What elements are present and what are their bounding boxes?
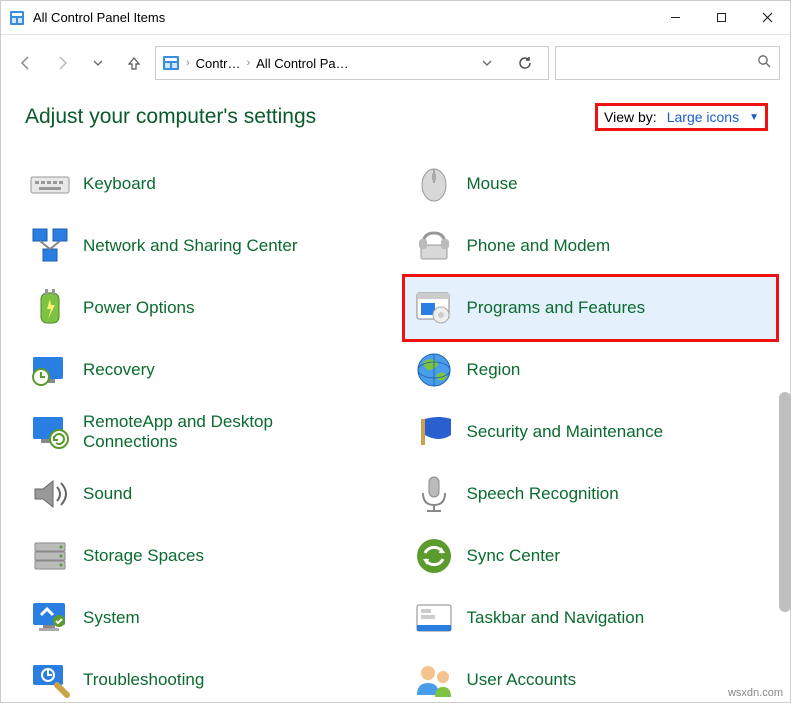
item-label: Security and Maintenance bbox=[467, 422, 664, 442]
item-label: Troubleshooting bbox=[83, 670, 204, 690]
control-panel-window: All Control Panel Items › bbox=[0, 0, 791, 703]
item-label: Phone and Modem bbox=[467, 236, 611, 256]
control-panel-item[interactable]: Storage Spaces bbox=[21, 525, 393, 587]
maximize-button[interactable] bbox=[698, 2, 744, 34]
dropdown-caret-icon: ▼ bbox=[749, 112, 759, 123]
sync-icon bbox=[411, 533, 457, 579]
storage-icon bbox=[27, 533, 73, 579]
control-panel-item[interactable]: Keyboard bbox=[21, 153, 393, 215]
vertical-scrollbar[interactable] bbox=[779, 180, 791, 700]
watermark-text: wsxdn.com bbox=[728, 687, 783, 699]
item-label: User Accounts bbox=[467, 670, 577, 690]
chevron-right-icon: › bbox=[246, 57, 250, 69]
search-box[interactable] bbox=[555, 46, 780, 80]
minimize-button[interactable] bbox=[652, 2, 698, 34]
header-row: Adjust your computer's settings View by:… bbox=[1, 91, 790, 143]
search-icon bbox=[757, 54, 771, 73]
forward-button[interactable] bbox=[47, 48, 77, 78]
troubleshoot-icon bbox=[27, 657, 73, 702]
window-title: All Control Panel Items bbox=[33, 10, 165, 25]
address-dropdown[interactable] bbox=[472, 48, 502, 78]
items-area: Keyboard Mouse Network and Sharing Center P… bbox=[1, 143, 790, 702]
control-panel-item[interactable]: System bbox=[21, 587, 393, 649]
taskbar-icon bbox=[411, 595, 457, 641]
phone-icon bbox=[411, 223, 457, 269]
sound-icon bbox=[27, 471, 73, 517]
item-label: System bbox=[83, 608, 140, 628]
programs-icon bbox=[411, 285, 457, 331]
users-icon bbox=[411, 657, 457, 702]
control-panel-item[interactable]: Recovery bbox=[21, 339, 393, 401]
item-label: Taskbar and Navigation bbox=[467, 608, 645, 628]
view-by-label: View by: bbox=[604, 109, 657, 125]
item-label: Sync Center bbox=[467, 546, 561, 566]
control-panel-item[interactable]: Sync Center bbox=[405, 525, 777, 587]
system-icon bbox=[27, 595, 73, 641]
addressbar-icon bbox=[162, 54, 180, 72]
item-label: Power Options bbox=[83, 298, 195, 318]
network-icon bbox=[27, 223, 73, 269]
page-title: Adjust your computer's settings bbox=[25, 105, 595, 129]
up-button[interactable] bbox=[119, 48, 149, 78]
control-panel-item[interactable]: Sound bbox=[21, 463, 393, 525]
control-panel-item[interactable]: Security and Maintenance bbox=[405, 401, 777, 463]
control-panel-item[interactable]: Mouse bbox=[405, 153, 777, 215]
item-label: Network and Sharing Center bbox=[83, 236, 298, 256]
item-label: Recovery bbox=[83, 360, 155, 380]
item-label: Speech Recognition bbox=[467, 484, 619, 504]
control-panel-item[interactable]: Troubleshooting bbox=[21, 649, 393, 702]
control-panel-item[interactable]: Phone and Modem bbox=[405, 215, 777, 277]
back-button[interactable] bbox=[11, 48, 41, 78]
item-label: Region bbox=[467, 360, 521, 380]
search-input[interactable] bbox=[564, 55, 757, 72]
control-panel-item[interactable]: RemoteApp and Desktop Connections bbox=[21, 401, 393, 463]
chevron-right-icon: › bbox=[186, 57, 190, 69]
region-icon bbox=[411, 347, 457, 393]
control-panel-item[interactable]: Speech Recognition bbox=[405, 463, 777, 525]
window-icon bbox=[9, 10, 25, 26]
security-icon bbox=[411, 409, 457, 455]
breadcrumb-seg-2[interactable]: All Control Pa… bbox=[256, 56, 348, 71]
recent-dropdown[interactable] bbox=[83, 48, 113, 78]
refresh-button[interactable] bbox=[508, 46, 542, 80]
item-label: Sound bbox=[83, 484, 132, 504]
control-panel-item[interactable]: Network and Sharing Center bbox=[21, 215, 393, 277]
control-panel-item[interactable]: Programs and Features bbox=[405, 277, 777, 339]
breadcrumb-seg-1[interactable]: Contr… bbox=[196, 56, 241, 71]
window-titlebar: All Control Panel Items bbox=[1, 1, 790, 35]
item-label: RemoteApp and Desktop Connections bbox=[83, 412, 303, 453]
item-label: Storage Spaces bbox=[83, 546, 204, 566]
keyboard-icon bbox=[27, 161, 73, 207]
scrollbar-thumb[interactable] bbox=[779, 392, 791, 612]
view-by-value: Large icons bbox=[667, 109, 739, 125]
close-button[interactable] bbox=[744, 2, 790, 34]
address-bar[interactable]: › Contr… › All Control Pa… bbox=[155, 46, 549, 80]
mouse-icon bbox=[411, 161, 457, 207]
control-panel-item[interactable]: Region bbox=[405, 339, 777, 401]
control-panel-item[interactable]: Taskbar and Navigation bbox=[405, 587, 777, 649]
speech-icon bbox=[411, 471, 457, 517]
navigation-row: › Contr… › All Control Pa… bbox=[1, 35, 790, 91]
view-by-selector[interactable]: View by: Large icons ▼ bbox=[595, 103, 768, 131]
item-label: Keyboard bbox=[83, 174, 156, 194]
power-icon bbox=[27, 285, 73, 331]
control-panel-item[interactable]: Power Options bbox=[21, 277, 393, 339]
item-label: Programs and Features bbox=[467, 298, 646, 318]
control-panel-item[interactable]: User Accounts bbox=[405, 649, 777, 702]
remoteapp-icon bbox=[27, 409, 73, 455]
recovery-icon bbox=[27, 347, 73, 393]
item-label: Mouse bbox=[467, 174, 518, 194]
